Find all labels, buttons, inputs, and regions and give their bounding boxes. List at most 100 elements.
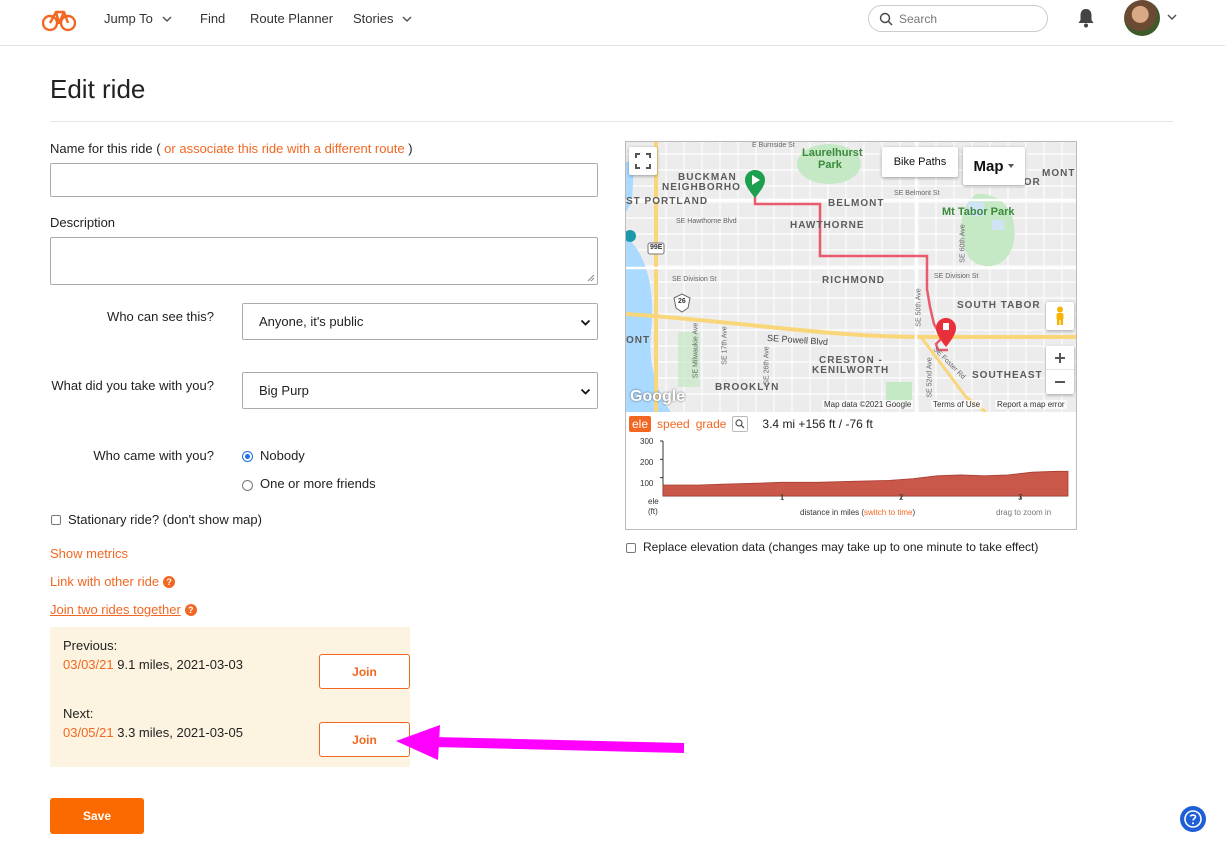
page-title: Edit ride [50,74,146,104]
radio-nobody[interactable] [242,451,253,462]
show-metrics-link[interactable]: Show metrics [50,546,128,561]
map-type-button[interactable]: Map [963,147,1025,185]
map-label: SE Milwaukie Ave [692,322,700,379]
map-label: SOUTHEAST [972,370,1043,381]
x-tick-label: 2 [899,493,904,502]
map-label: KENILWORTH [812,365,890,376]
pegman-icon [1056,306,1064,325]
x-axis-label: distance in miles (switch to time) [800,508,915,517]
join-previous-button[interactable]: Join [319,654,410,689]
map-attribution: Map data ©2021 Google [822,400,914,409]
map-label: SE 52nd Ave [926,357,934,398]
bike-logo[interactable] [42,6,76,32]
switch-to-time-link[interactable]: switch to time [864,508,912,517]
map-label: HAWTHORNE [790,220,865,231]
map-label: Park [818,159,842,171]
street-view-button[interactable] [1046,302,1074,330]
chevron-down-icon [580,319,591,326]
y-tick-label: 300 [640,437,654,446]
chevron-down-icon[interactable] [1166,11,1178,23]
google-logo: Google [630,388,686,405]
tab-speed[interactable]: speed [657,417,690,431]
resize-handle-icon[interactable] [587,274,595,282]
visibility-label: Who can see this? [107,309,214,324]
show-metrics-label: Show metrics [50,546,129,561]
x-axis-label-text: distance in miles ( [800,508,865,517]
x-tick-label: 3 [1018,493,1023,502]
caret-down-icon [1007,164,1014,168]
visibility-select[interactable]: Anyone, it's public [242,303,598,340]
description-textarea[interactable] [50,237,598,285]
drag-hint: drag to zoom in [996,508,1052,517]
nav-jump-to[interactable]: Jump To [104,11,173,26]
replace-elevation-label: Replace elevation data (changes may take… [643,540,1039,554]
map-label: Mt Tabor Park [942,206,1015,218]
help-button[interactable] [1180,806,1206,832]
elevation-area [662,470,1069,497]
search-icon [879,12,893,26]
visibility-value: Anyone, it's public [259,314,364,329]
map-label: RICHMOND [822,275,885,286]
zoom-in-button[interactable] [1046,346,1074,370]
map-label: MONT [1042,168,1076,179]
replace-elevation-checkbox[interactable] [626,543,636,553]
search-input[interactable] [899,11,1029,26]
zoom-button[interactable] [732,416,749,432]
link-other-ride-link[interactable]: Link with other ride ? [50,574,176,589]
bike-paths-button[interactable]: Bike Paths [882,147,958,177]
map-label: BELMONT [828,198,885,209]
map-label: NEIGHBORHO [662,182,741,193]
top-nav: Jump To Find Route Planner Stories [0,0,1225,46]
radio-friends[interactable] [242,480,253,491]
question-icon [1184,810,1202,828]
divider [50,121,1173,122]
report-error-link[interactable]: Report a map error [995,400,1067,409]
nav-stories[interactable]: Stories [353,11,413,26]
companions-label: Who came with you? [93,448,214,463]
bell-icon[interactable] [1077,8,1095,28]
ride-name-input[interactable] [50,163,598,197]
zoom-out-button[interactable] [1046,370,1074,394]
nav-route-planner[interactable]: Route Planner [250,11,333,26]
terms-link[interactable]: Terms of Use [931,400,983,409]
nav-find-label: Find [200,11,226,26]
help-icon[interactable]: ? [184,603,197,616]
nav-find[interactable]: Find [200,11,225,26]
nav-stories-label: Stories [353,11,394,26]
previous-ride-link[interactable]: 03/03/21 [63,657,114,672]
nav-jump-to-label: Jump To [104,11,153,26]
help-icon[interactable]: ? [163,575,176,588]
map-label: SE 50th Ave [915,288,923,327]
map-label: SE Division St [934,273,979,280]
chevron-down-icon [402,15,412,22]
previous-label: Previous: [63,638,118,653]
radio-nobody-label: Nobody [260,448,305,463]
elevation-stats: 3.4 mi +156 ft / -76 ft [762,417,873,431]
chevron-down-icon [162,15,172,22]
minus-icon [1055,381,1065,383]
tab-ele[interactable]: ele [629,416,652,432]
avatar[interactable] [1124,0,1160,36]
stationary-label: Stationary ride? (don't show map) [68,512,262,527]
gear-label: What did you take with you? [51,378,214,393]
search-box[interactable] [868,5,1048,32]
join-two-rides-link[interactable]: Join two rides together ? [50,602,197,617]
magnifier-icon [735,419,745,429]
highway-shield: 99E [650,244,663,251]
map-label: Laurelhurst [802,147,863,159]
plus-icon [1055,352,1065,363]
gear-select[interactable]: Big Purp [242,372,598,409]
previous-ride: 03/03/21 9.1 miles, 2021-03-03 [63,657,243,672]
map-label: SE 60th Ave [959,224,967,263]
map-label: SE Division St [672,276,717,283]
map-panel: Laurelhurst Park BUCKMAN NEIGHBORHO ST P… [625,141,1077,530]
route-map[interactable]: Laurelhurst Park BUCKMAN NEIGHBORHO ST P… [626,142,1076,412]
x-axis-label-end: ) [912,508,916,517]
associate-route-link[interactable]: or associate this ride with a different … [164,141,404,156]
save-button[interactable]: Save [50,798,144,834]
fullscreen-button[interactable] [629,147,657,175]
stationary-checkbox[interactable] [51,515,61,525]
next-ride-link[interactable]: 03/05/21 [63,725,114,740]
link-other-ride-label: Link with other ride [50,574,160,589]
tab-grade[interactable]: grade [696,417,727,431]
